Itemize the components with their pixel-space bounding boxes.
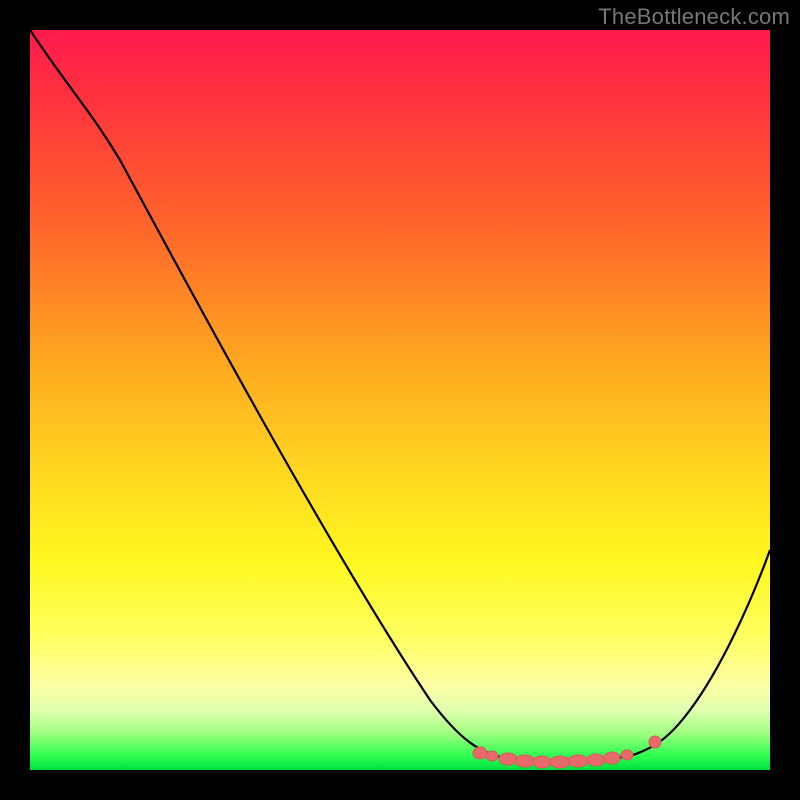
curve-marker — [587, 754, 605, 766]
curve-marker — [649, 736, 661, 748]
chart-frame: TheBottleneck.com — [0, 0, 800, 800]
curve-marker — [515, 755, 535, 767]
curve-marker — [473, 747, 487, 759]
watermark-text: TheBottleneck.com — [598, 4, 790, 30]
curve-marker — [499, 753, 517, 765]
curve-marker — [533, 756, 551, 768]
chart-overlay — [30, 30, 770, 770]
curve-marker — [604, 752, 620, 764]
curve-marker — [568, 755, 588, 767]
bottleneck-curve — [30, 30, 770, 762]
curve-marker — [621, 750, 633, 760]
curve-marker — [486, 751, 498, 761]
curve-marker — [550, 756, 570, 768]
optimal-zone-markers — [473, 736, 661, 768]
